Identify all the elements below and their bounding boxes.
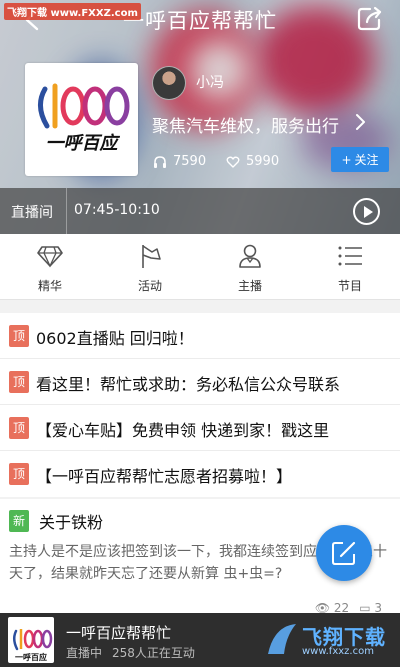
edit-icon	[332, 541, 356, 565]
live-room-label: 直播间	[11, 205, 53, 221]
post-title: 0602直播贴 回归啦！	[36, 329, 194, 348]
listen-count-value: 7590	[173, 154, 207, 169]
tab-label: 精华	[37, 279, 62, 293]
share-icon	[357, 6, 382, 31]
follow-button-label: 关注	[354, 153, 379, 167]
mini-player[interactable]: 一呼百应 一呼百应帮帮忙 直播中 258人正在互动 飞翔下载 www.fxxz.c…	[0, 613, 400, 667]
tab-label: 主播	[237, 279, 262, 293]
player-logo: 一呼百应	[8, 617, 54, 663]
tab-label: 节目	[337, 279, 362, 293]
live-bar[interactable]: 直播间 07:45-10:10	[0, 188, 400, 234]
post-title: 看这里！帮忙或求助：务必私信公众号联系	[36, 375, 341, 394]
chevron-right-icon[interactable]	[354, 113, 366, 131]
listener-count: 258人正在互动	[112, 646, 195, 660]
pinned-badge: 顶	[9, 463, 29, 485]
watermark-label: 飞翔下载 www.FXXZ.com	[4, 3, 141, 20]
player-status: 直播中 258人正在互动	[66, 644, 195, 661]
compose-button[interactable]	[316, 525, 372, 581]
post-title: 【爱心车贴】免费申领 快递到家！戳这里	[36, 421, 330, 440]
pinned-badge: 顶	[9, 325, 29, 347]
list-icon	[338, 246, 362, 266]
list-item[interactable]: 顶 【爱心车贴】免费申领 快递到家！戳这里	[0, 405, 400, 451]
pinned-badge: 顶	[9, 417, 29, 439]
tab-highlights[interactable]: 精华	[0, 234, 100, 299]
share-button[interactable]	[356, 6, 384, 32]
plus-icon: +	[341, 152, 352, 167]
diamond-icon	[37, 246, 63, 268]
listen-count: 7590	[153, 154, 206, 169]
watermark-logo: 飞翔下载 www.fxxz.com	[262, 615, 394, 665]
headphones-icon	[154, 155, 166, 168]
list-item[interactable]: 顶 0602直播贴 回归啦！	[0, 313, 400, 359]
list-item[interactable]: 顶 【一呼百应帮帮忙志愿者招募啦！】	[0, 451, 400, 497]
divider	[66, 188, 67, 234]
like-count: 5990	[226, 154, 279, 169]
host-avatar[interactable]	[152, 66, 186, 100]
watermark-icon	[268, 624, 296, 654]
tab-activities[interactable]: 活动	[100, 234, 200, 299]
live-time: 07:45-10:10	[74, 202, 160, 218]
tab-hosts[interactable]: 主播	[200, 234, 300, 299]
player-title: 一呼百应帮帮忙	[66, 624, 172, 642]
like-count-value: 5990	[246, 154, 280, 169]
station-logo-mark: 一呼百应	[13, 629, 53, 662]
station-description[interactable]: 聚焦汽车维权，服务出行	[152, 112, 367, 137]
pinned-list: 顶 0602直播贴 回归啦！ 顶 看这里！帮忙或求助：务必私信公众号联系 顶 【…	[0, 313, 400, 497]
live-status: 直播中	[66, 646, 103, 660]
station-logo: 一呼百应	[25, 63, 138, 176]
station-header: 飞翔下载 www.FXXZ.com 一呼百应帮帮忙 一呼百应 小冯 聚焦汽车维权…	[0, 0, 400, 234]
station-logo-text: 一呼百应	[45, 133, 118, 154]
player-logo-text: 一呼百应	[15, 652, 47, 662]
new-badge: 新	[9, 510, 29, 532]
heart-icon	[226, 156, 240, 168]
follow-button[interactable]: + 关注	[331, 147, 389, 172]
pinned-badge: 顶	[9, 371, 29, 393]
flag-icon	[142, 245, 161, 268]
user-icon	[239, 244, 261, 268]
host-name[interactable]: 小冯	[196, 72, 224, 92]
post-title: 【一呼百应帮帮忙志愿者招募啦！】	[36, 467, 293, 486]
tab-label: 活动	[137, 279, 162, 293]
post-title: 关于铁粉	[39, 513, 104, 532]
watermark-url: www.fxxz.com	[302, 646, 374, 657]
tab-programs[interactable]: 节目	[300, 234, 400, 299]
play-button[interactable]	[353, 198, 380, 225]
list-item[interactable]: 顶 看这里！帮忙或求助：务必私信公众号联系	[0, 359, 400, 405]
section-tabs: 精华 活动 主播 节目	[0, 234, 400, 300]
